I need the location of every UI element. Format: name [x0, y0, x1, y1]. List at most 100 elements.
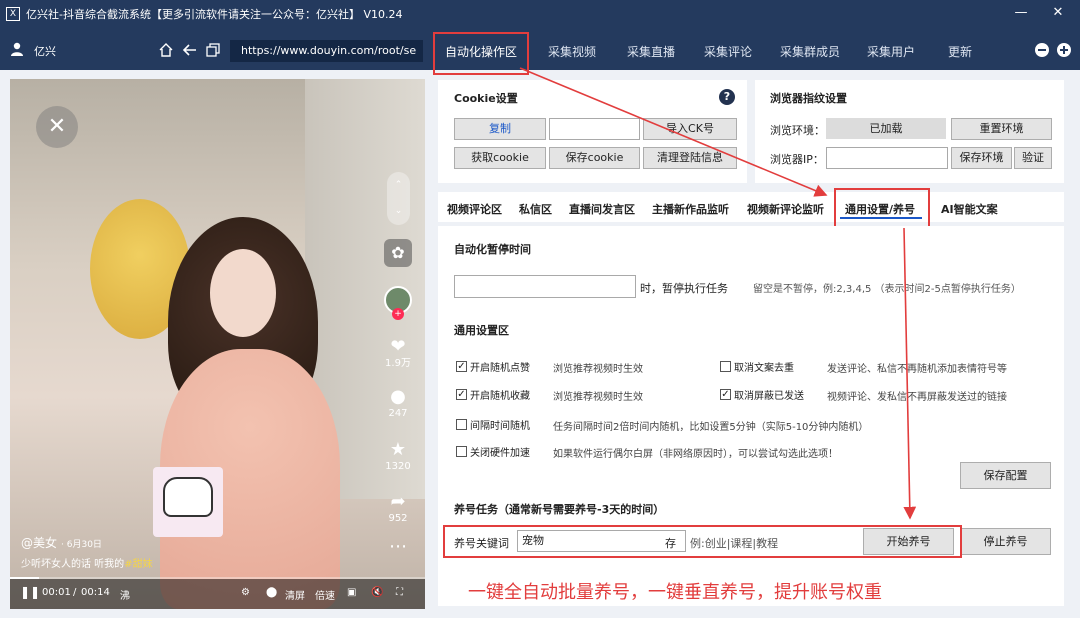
caption-text: 少听坏女人的话 听我的 — [21, 559, 125, 570]
env-status: 已加载 — [826, 118, 946, 139]
save-env-button[interactable]: 保存环境 — [951, 147, 1012, 169]
video-caption: 少听坏女人的话 听我的#甜妹 — [21, 555, 153, 570]
user-icon — [11, 42, 23, 56]
tab-video-comments[interactable]: 视频评论区 — [447, 201, 502, 217]
save-config-button[interactable]: 保存配置 — [960, 462, 1051, 489]
annotation-box-sub-tab — [834, 188, 930, 230]
disable-hw-accel-checkbox[interactable]: 关闭硬件加速 — [456, 444, 530, 459]
pause-hours-field[interactable] — [454, 275, 636, 298]
video-subject — [210, 249, 276, 337]
help-icon[interactable]: ? — [719, 89, 735, 105]
cancel-block-sent-checkbox[interactable]: ✓ 取消屏蔽已发送 — [720, 387, 804, 402]
tab-update[interactable]: 更新 — [948, 43, 972, 60]
plus-circle-icon[interactable] — [1056, 42, 1072, 58]
tab-collect-group-members[interactable]: 采集群成员 — [780, 43, 840, 60]
random-favorite-checkbox[interactable]: ✓ 开启随机收藏 — [456, 387, 530, 402]
minimize-icon[interactable]: — — [1006, 2, 1036, 24]
checkbox-box — [456, 419, 467, 430]
window-title: 亿兴社-抖音综合截流系统【更多引流软件请关注一公众号：亿兴社】 V10.24 — [26, 8, 403, 21]
star-icon: ★ — [389, 439, 407, 460]
nav-bar: 亿兴 https://www.douyin.com/root/se 自动化操作区… — [0, 28, 1080, 70]
author-name: @美女 — [21, 536, 58, 550]
copy-button[interactable]: 复制 — [454, 118, 546, 140]
checkbox-box — [720, 361, 731, 372]
minus-circle-icon[interactable] — [1034, 42, 1050, 58]
more-action[interactable]: ⋯ — [379, 537, 417, 557]
random-interval-checkbox[interactable]: 间隔时间随机 — [456, 417, 530, 432]
tab-live-chat[interactable]: 直播间发言区 — [569, 201, 635, 217]
pause-title: 自动化暂停时间 — [454, 243, 531, 256]
checkbox-box: ✓ — [720, 389, 731, 400]
favorite-action[interactable]: ★ 1320 — [379, 440, 417, 474]
tab-collect-live[interactable]: 采集直播 — [627, 43, 675, 60]
url-field[interactable]: https://www.douyin.com/root/se — [230, 40, 423, 62]
stop-nurture-button[interactable]: 停止养号 — [960, 528, 1051, 555]
share-icon: ➦ — [390, 491, 406, 512]
tab-new-comments-monitor[interactable]: 视频新评论监听 — [747, 201, 824, 217]
favorite-count: 1320 — [385, 461, 411, 472]
disable-hw-accel-desc: 如果软件运行偶尔白屏（非网络原因时），可以尝试勾选此选项！ — [553, 449, 838, 460]
cookie-field[interactable] — [549, 118, 640, 140]
random-like-checkbox[interactable]: ✓ 开启随机点赞 — [456, 359, 530, 374]
save-cookie-button[interactable]: 保存cookie — [549, 147, 640, 169]
clear-login-button[interactable]: 清理登陆信息 — [643, 147, 737, 169]
random-interval-desc: 任务间隔时间2倍时间内随机，比如设置5分钟（实际5-10分钟内随机） — [553, 422, 869, 433]
time-total: 00:14 — [81, 587, 110, 598]
follow-plus-icon[interactable]: + — [392, 308, 404, 320]
ip-label: 浏览器IP： — [770, 153, 824, 166]
cancel-dedup-checkbox[interactable]: 取消文案去重 — [720, 359, 794, 374]
tab-collect-users[interactable]: 采集用户 — [867, 43, 915, 60]
pip-icon[interactable]: ▣ — [347, 587, 356, 598]
like-count: 1.9万 — [385, 358, 411, 369]
import-ck-button[interactable]: 导入CK号 — [643, 118, 737, 140]
caption-hashtag[interactable]: #甜妹 — [124, 559, 152, 570]
random-favorite-desc: 浏览推荐视频时生效 — [553, 392, 643, 403]
tab-anchor-new-works[interactable]: 主播新作品监听 — [652, 201, 729, 217]
video-author[interactable]: @美女 · 6月30日 — [21, 534, 102, 551]
video-controls: ❚❚ 00:01 / 00:14 沸 ⚙ ⬤ 清屏 倍速 ▣ 🔇 ⛶ — [10, 579, 425, 609]
close-icon[interactable]: ✕ — [1043, 2, 1073, 24]
home-icon[interactable] — [158, 42, 174, 58]
fingerprint-title: 浏览器指纹设置 — [770, 92, 847, 105]
back-arrow-icon[interactable] — [182, 42, 198, 58]
share-action[interactable]: ➦ 952 — [379, 492, 417, 526]
username: 亿兴 — [34, 45, 56, 58]
mute-icon[interactable]: 🔇 — [371, 587, 383, 598]
cancel-dedup-desc: 发送评论、私信不再随机添加表情符号等 — [827, 364, 1007, 375]
verify-button[interactable]: 验证 — [1014, 147, 1052, 169]
tab-private-messages[interactable]: 私信区 — [519, 201, 552, 217]
settings-gear-icon[interactable]: ⚙ — [241, 587, 250, 598]
quality-label[interactable]: 沸 — [120, 587, 130, 602]
clear-screen-toggle[interactable]: ⬤ — [266, 587, 277, 598]
comment-action[interactable]: ● 247 — [379, 387, 417, 421]
title-bar: X 亿兴社-抖音综合截流系统【更多引流软件请关注一公众号：亿兴社】 V10.24… — [0, 0, 1080, 28]
video-scroll-control[interactable]: ⌃ ⌄ — [387, 172, 410, 225]
video-date: · 6月30日 — [61, 540, 102, 550]
random-like-desc: 浏览推荐视频时生效 — [553, 364, 643, 375]
get-cookie-button[interactable]: 获取cookie — [454, 147, 546, 169]
pause-suffix: 时，暂停执行任务 — [640, 282, 728, 295]
browser-ip-field[interactable] — [826, 147, 948, 169]
cancel-block-sent-desc: 视频评论、发私信不再屏蔽发送过的链接 — [827, 392, 1007, 403]
tab-collect-comments[interactable]: 采集评论 — [704, 43, 752, 60]
checkbox-box — [456, 446, 467, 457]
fullscreen-icon[interactable]: ⛶ — [396, 587, 403, 598]
cookie-title: Cookie设置 — [454, 92, 518, 105]
annotation-box-keyword-row — [443, 525, 962, 558]
copy-page-icon[interactable] — [205, 42, 221, 58]
pause-icon[interactable]: ❚❚ — [20, 585, 40, 599]
playback-speed-label[interactable]: 倍速 — [315, 587, 335, 602]
tab-ai-copywriting[interactable]: AI智能文案 — [941, 201, 998, 217]
video-player[interactable]: ✕ ⌃ ⌄ ✿ + ❤ 1.9万 ● 247 ★ 1320 ➦ 952 ⋯ @美女… — [10, 79, 425, 609]
close-icon[interactable]: ✕ — [36, 106, 78, 148]
comment-icon: ● — [390, 386, 406, 407]
flower-icon[interactable]: ✿ — [384, 239, 412, 267]
clear-screen-label[interactable]: 清屏 — [285, 587, 305, 602]
annotation-box-nav-tab — [433, 32, 529, 75]
pause-hint: 留空是不暂停，例:2,3,4,5 （表示时间2-5点暂停执行任务） — [753, 284, 1021, 295]
time-separator: / — [73, 587, 77, 598]
more-dots-icon: ⋯ — [389, 536, 407, 557]
like-action[interactable]: ❤ 1.9万 — [379, 337, 417, 371]
reset-env-button[interactable]: 重置环境 — [951, 118, 1052, 140]
tab-collect-video[interactable]: 采集视频 — [548, 43, 596, 60]
